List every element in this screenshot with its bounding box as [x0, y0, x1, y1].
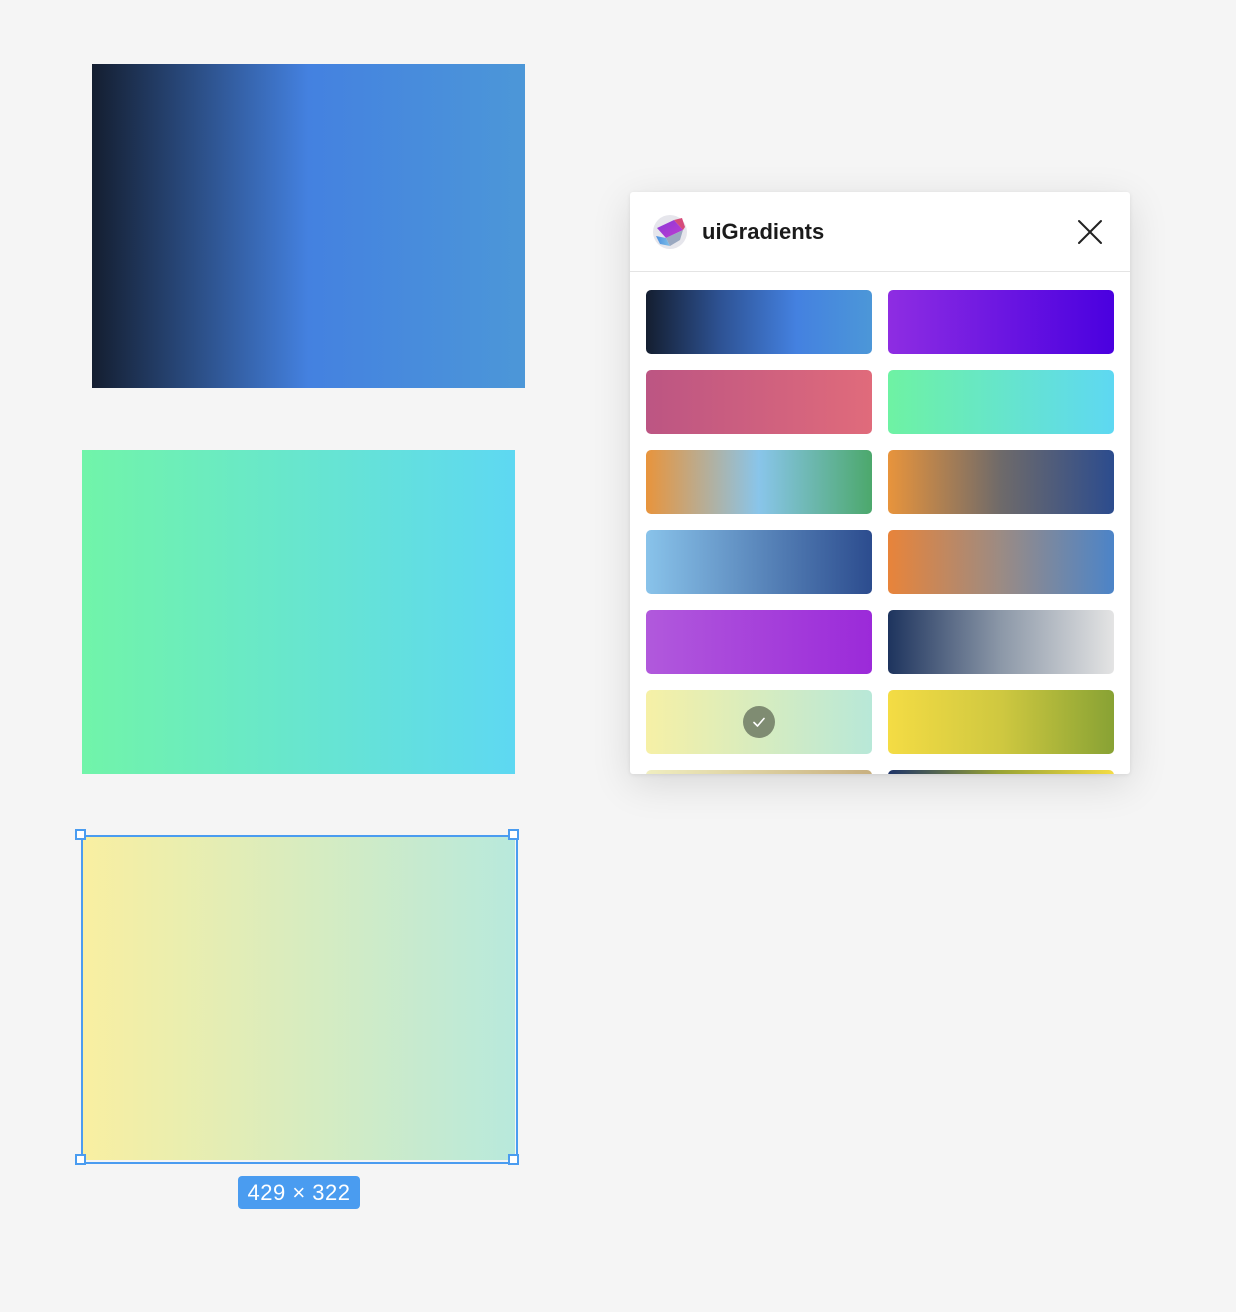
gradient-swatch-11[interactable]	[646, 690, 872, 754]
gradient-swatch-7[interactable]	[646, 530, 872, 594]
gradient-swatch-9[interactable]	[646, 610, 872, 674]
gradient-swatch-5[interactable]	[646, 450, 872, 514]
gradient-swatch-3[interactable]	[646, 370, 872, 434]
gradient-rectangle-1[interactable]	[92, 64, 525, 388]
gradient-swatch-12[interactable]	[888, 690, 1114, 754]
uigradients-logo-icon	[652, 214, 688, 250]
plugin-title: uiGradients	[702, 219, 825, 244]
gradient-swatch-8[interactable]	[888, 530, 1114, 594]
close-button[interactable]	[1074, 216, 1106, 248]
resize-handle-top-right[interactable]	[508, 829, 519, 840]
gradient-rectangle-2[interactable]	[82, 450, 515, 774]
dimensions-label: 429 × 322	[238, 1176, 360, 1209]
close-icon	[1078, 220, 1102, 244]
resize-handle-top-left[interactable]	[75, 829, 86, 840]
check-icon	[743, 706, 775, 738]
gradient-swatch-2[interactable]	[888, 290, 1114, 354]
gradient-swatch-14[interactable]	[888, 770, 1114, 774]
plugin-panel: uiGradients	[630, 192, 1130, 774]
gradient-swatch-4[interactable]	[888, 370, 1114, 434]
gradient-swatch-13[interactable]	[646, 770, 872, 774]
gradient-swatch-1[interactable]	[646, 290, 872, 354]
plugin-header: uiGradients	[630, 192, 1130, 272]
gradient-rectangle-3-selected[interactable]	[82, 836, 515, 1160]
resize-handle-bottom-left[interactable]	[75, 1154, 86, 1165]
gradient-swatch-6[interactable]	[888, 450, 1114, 514]
gradient-swatch-10[interactable]	[888, 610, 1114, 674]
resize-handle-bottom-right[interactable]	[508, 1154, 519, 1165]
